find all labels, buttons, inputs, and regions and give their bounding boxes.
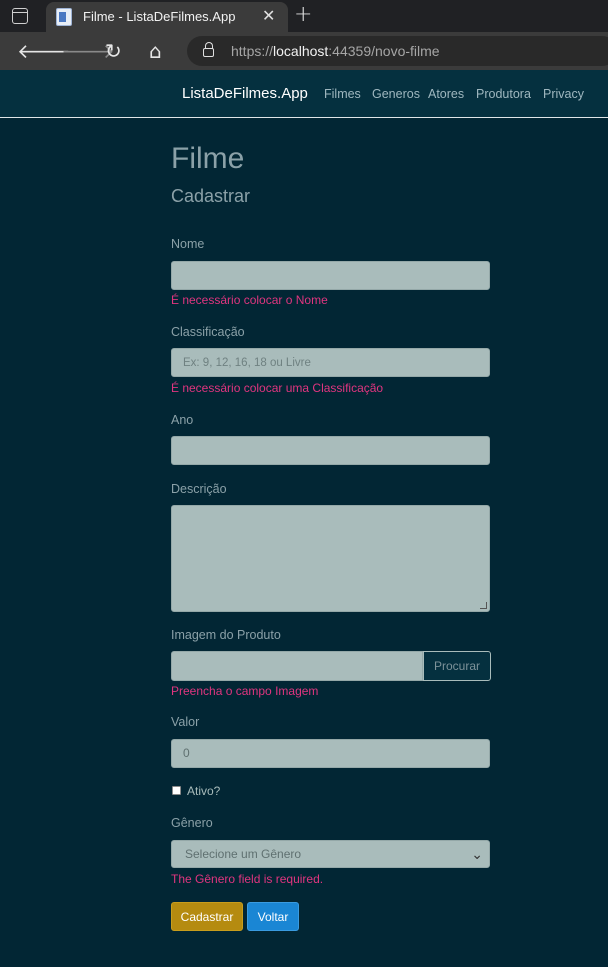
- tab-actions-icon[interactable]: [12, 8, 28, 24]
- browser-tabstrip: Filme - ListaDeFilmes.App ✕ +: [0, 0, 608, 32]
- home-icon[interactable]: ⌂: [149, 40, 162, 62]
- ativo-checkbox[interactable]: [172, 786, 181, 795]
- valor-input[interactable]: 0: [171, 739, 490, 768]
- page-subtitle: Cadastrar: [171, 186, 251, 206]
- valor-label: Valor: [171, 715, 200, 729]
- voltar-button[interactable]: Voltar: [247, 902, 299, 931]
- genero-error: The Gênero field is required.: [171, 872, 324, 886]
- lock-icon[interactable]: [203, 42, 214, 57]
- nav-link-generos[interactable]: Generos: [372, 87, 420, 101]
- nav-link-atores[interactable]: Atores: [428, 87, 464, 101]
- descricao-textarea[interactable]: [171, 505, 490, 612]
- chevron-down-icon: ⌄: [471, 846, 483, 862]
- ano-input[interactable]: [171, 436, 490, 465]
- browser-toolbar: 🡐 🡒 ↻ ⌂ https://localhost:44359/novo-fil…: [0, 32, 608, 70]
- imagem-error: Preencha o campo Imagem: [171, 684, 319, 698]
- procurar-button[interactable]: Procurar: [423, 651, 491, 681]
- tab-title: Filme - ListaDeFilmes.App: [83, 9, 236, 24]
- brand-link[interactable]: ListaDeFilmes.App: [182, 85, 308, 102]
- classificacao-label: Classificação: [171, 325, 245, 339]
- new-tab-icon[interactable]: +: [294, 3, 312, 27]
- site-navbar: ListaDeFilmes.App Filmes Generos Atores …: [0, 70, 608, 118]
- url-text: https://localhost:44359/novo-filme: [231, 43, 440, 59]
- resize-grip-icon[interactable]: [480, 602, 487, 609]
- nav-link-produtora[interactable]: Produtora: [476, 87, 531, 101]
- close-tab-icon[interactable]: ✕: [262, 7, 275, 25]
- classificacao-input[interactable]: Ex: 9, 12, 16, 18 ou Livre: [171, 348, 490, 377]
- page-title: Filme: [171, 142, 245, 175]
- refresh-icon[interactable]: ↻: [105, 40, 122, 62]
- descricao-label: Descrição: [171, 482, 227, 496]
- nome-label: Nome: [171, 237, 205, 251]
- imagem-file-input[interactable]: Procurar: [171, 651, 491, 681]
- imagem-label: Imagem do Produto: [171, 628, 281, 642]
- nav-link-privacy[interactable]: Privacy: [543, 87, 584, 101]
- ativo-label[interactable]: Ativo?: [187, 784, 220, 798]
- genero-select[interactable]: Selecione um Gênero ⌄: [171, 840, 490, 868]
- ano-label: Ano: [171, 413, 194, 427]
- cadastrar-button[interactable]: Cadastrar: [171, 902, 243, 931]
- nome-error: É necessário colocar o Nome: [171, 293, 328, 307]
- page-favicon-icon: [56, 8, 72, 26]
- address-bar[interactable]: https://localhost:44359/novo-filme: [187, 36, 608, 66]
- nav-link-filmes[interactable]: Filmes: [324, 87, 361, 101]
- nome-input[interactable]: [171, 261, 490, 290]
- classificacao-placeholder: Ex: 9, 12, 16, 18 ou Livre: [183, 357, 311, 369]
- genero-selected-value: Selecione um Gênero: [185, 847, 302, 861]
- genero-label: Gênero: [171, 816, 213, 830]
- browser-tab[interactable]: Filme - ListaDeFilmes.App ✕: [46, 2, 288, 32]
- classificacao-error: É necessário colocar uma Classificação: [171, 381, 384, 395]
- imagem-file-field[interactable]: [171, 651, 423, 681]
